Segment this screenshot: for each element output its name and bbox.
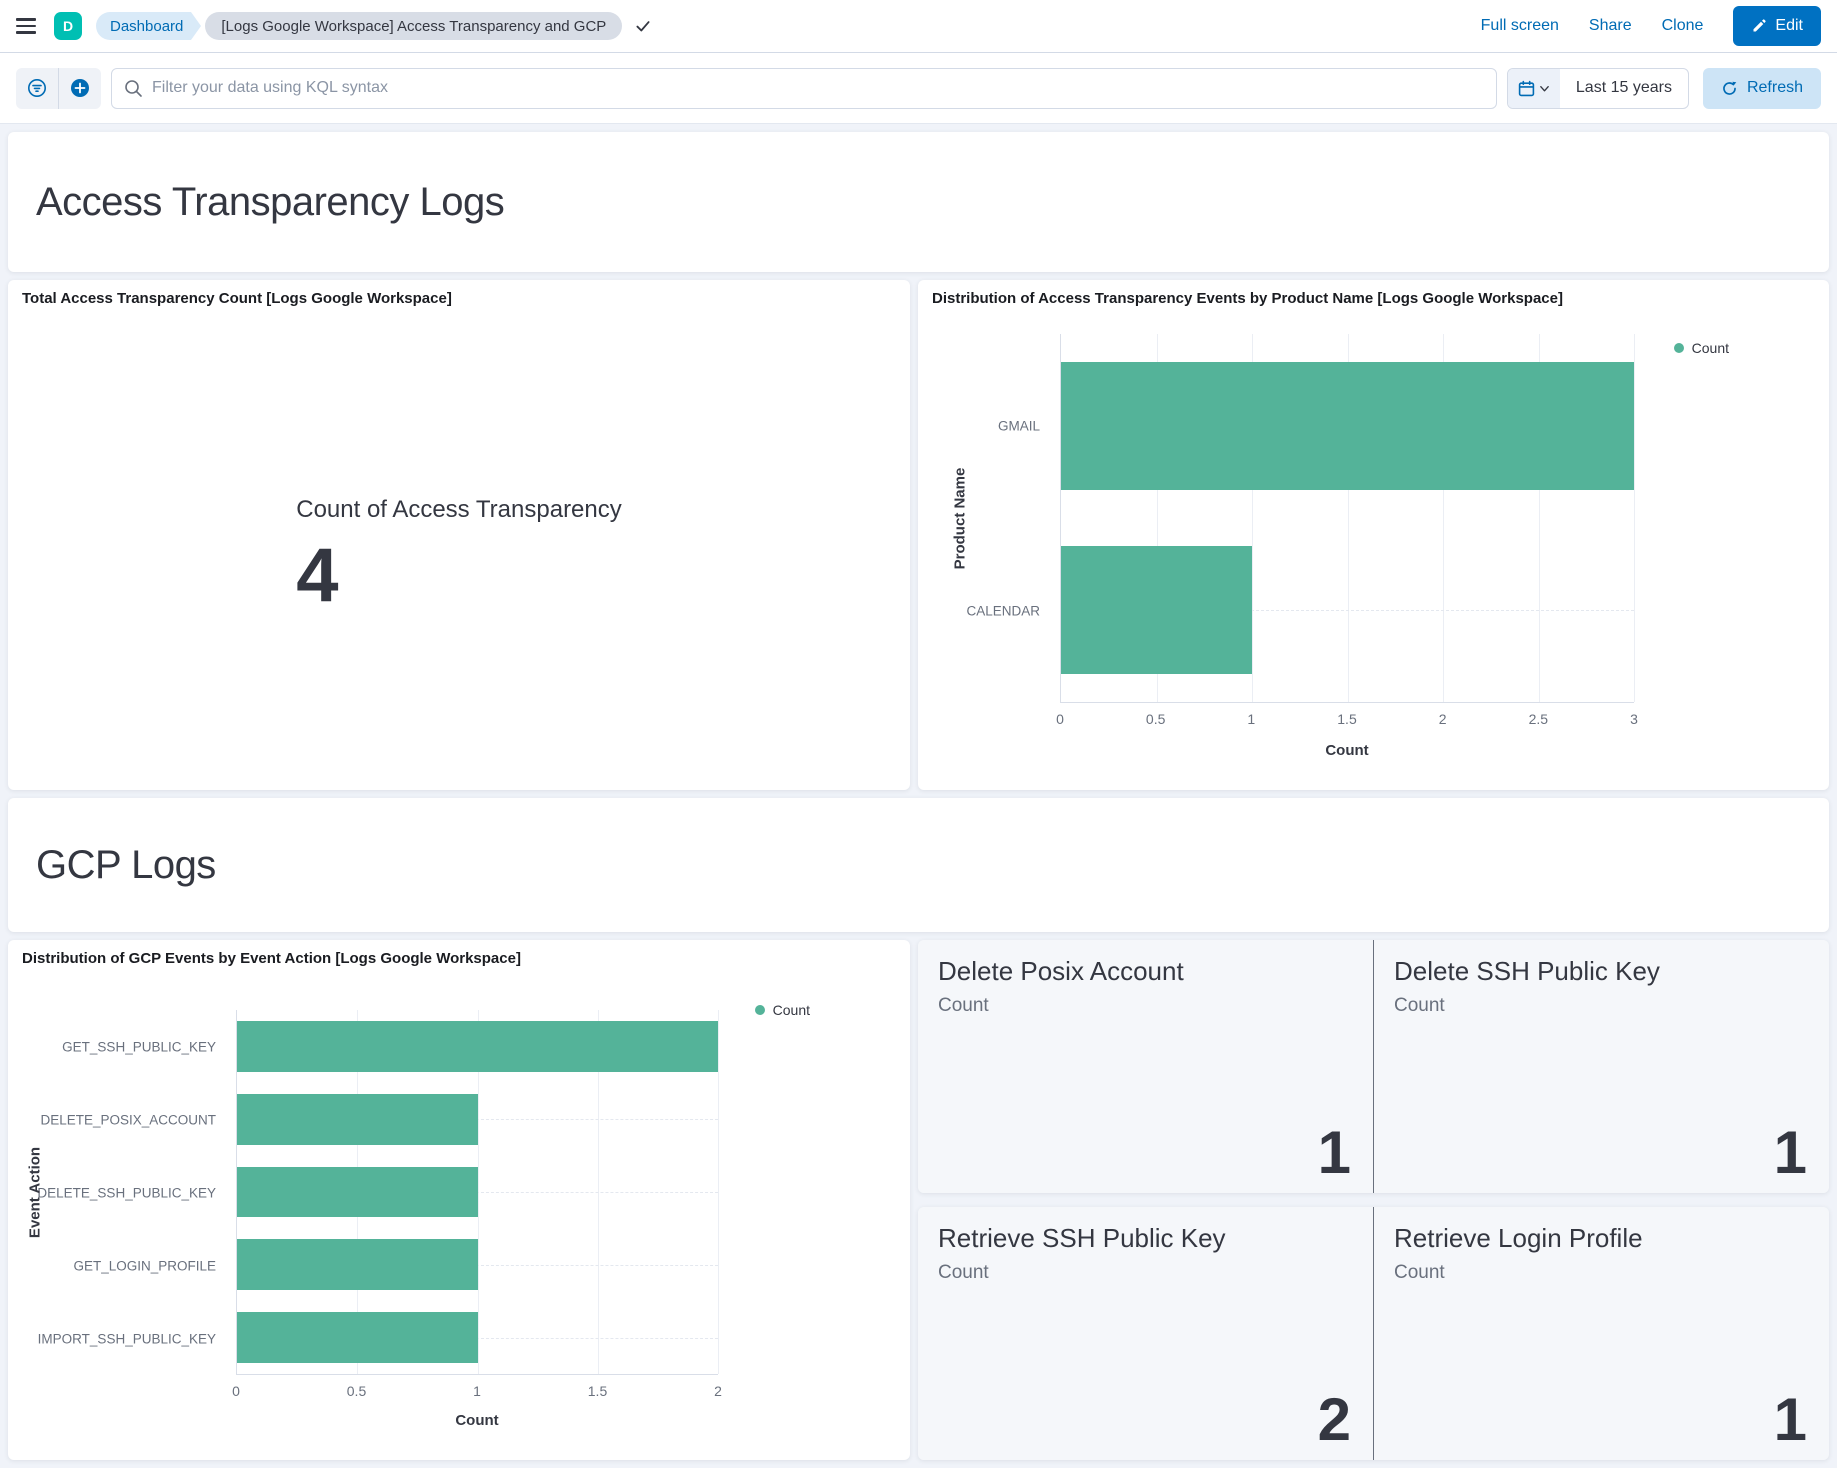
share-link[interactable]: Share xyxy=(1589,17,1632,35)
refresh-button-label: Refresh xyxy=(1747,79,1803,97)
x-tick-label: 2 xyxy=(714,1383,722,1399)
chart-legend[interactable]: Count xyxy=(1674,340,1729,356)
panel-total-access-transparency-count[interactable]: Total Access Transparency Count [Logs Go… xyxy=(8,280,910,790)
metric-value: 2 xyxy=(1318,1390,1351,1450)
edit-button-label: Edit xyxy=(1775,17,1803,35)
metric-value: 4 xyxy=(296,538,622,614)
section-gcp-logs: GCP Logs xyxy=(8,798,1829,932)
space-avatar[interactable]: D xyxy=(54,12,82,40)
chart-legend[interactable]: Count xyxy=(755,1002,810,1018)
x-tick-label: 2 xyxy=(1439,711,1447,727)
section-title-gcp: GCP Logs xyxy=(36,843,216,888)
panel-delete-posix-account[interactable]: Delete Posix Account Count 1 xyxy=(918,940,1373,1193)
bar-IMPORT_SSH_PUBLIC_KEY[interactable] xyxy=(237,1312,478,1363)
y-axis-title: Product Name xyxy=(952,449,969,589)
section-access-transparency: Access Transparency Logs xyxy=(8,132,1829,272)
metric-title: Retrieve Login Profile xyxy=(1394,1223,1809,1254)
y-category-label: GET_LOGIN_PROFILE xyxy=(73,1258,216,1273)
add-filter-icon[interactable] xyxy=(59,68,101,109)
metric-title: Delete SSH Public Key xyxy=(1394,956,1809,987)
metric-sublabel: Count xyxy=(1394,995,1809,1017)
x-tick-label: 3 xyxy=(1630,711,1638,727)
query-bar: Last 15 years Refresh xyxy=(0,53,1837,124)
metric-title: Delete Posix Account xyxy=(938,956,1353,987)
panel-retrieve-ssh-public-key[interactable]: Retrieve SSH Public Key Count 2 xyxy=(918,1207,1373,1460)
y-category-label: GMAIL xyxy=(998,419,1040,434)
chevron-down-icon xyxy=(1539,83,1550,94)
time-range-value[interactable]: Last 15 years xyxy=(1560,69,1688,108)
panel-retrieve-login-profile[interactable]: Retrieve Login Profile Count 1 xyxy=(1373,1207,1829,1460)
panel-delete-ssh-public-key[interactable]: Delete SSH Public Key Count 1 xyxy=(1373,940,1829,1193)
bar-GET_SSH_PUBLIC_KEY[interactable] xyxy=(237,1021,718,1072)
search-icon xyxy=(124,79,143,98)
check-icon[interactable] xyxy=(634,17,652,35)
refresh-icon xyxy=(1721,80,1738,97)
metric-sublabel: Count xyxy=(938,1262,1353,1284)
legend-dot xyxy=(1674,343,1684,353)
x-tick-label: 0 xyxy=(1056,711,1064,727)
y-category-label: DELETE_SSH_PUBLIC_KEY xyxy=(37,1185,216,1200)
y-category-label: IMPORT_SSH_PUBLIC_KEY xyxy=(38,1331,216,1346)
metric-value: 1 xyxy=(1774,1123,1807,1183)
section-title-access: Access Transparency Logs xyxy=(36,180,504,225)
y-category-label: CALENDAR xyxy=(966,603,1040,618)
kql-search-input[interactable] xyxy=(111,68,1497,109)
bar-DELETE_SSH_PUBLIC_KEY[interactable] xyxy=(237,1167,478,1218)
y-category-label: DELETE_POSIX_ACCOUNT xyxy=(40,1112,216,1127)
metric-title: Retrieve SSH Public Key xyxy=(938,1223,1353,1254)
y-category-label: GET_SSH_PUBLIC_KEY xyxy=(62,1039,216,1054)
clone-link[interactable]: Clone xyxy=(1662,17,1704,35)
y-axis-title: Event Action xyxy=(27,1128,44,1258)
x-axis-title: Count xyxy=(236,1412,718,1429)
bar-GMAIL[interactable] xyxy=(1061,362,1634,491)
saved-query-filter-icon[interactable] xyxy=(16,68,58,109)
menu-icon[interactable] xyxy=(16,14,40,38)
x-tick-label: 0 xyxy=(232,1383,240,1399)
refresh-button[interactable]: Refresh xyxy=(1703,68,1821,109)
calendar-icon[interactable] xyxy=(1508,69,1560,108)
panel-gcp-event-action-chart[interactable]: Distribution of GCP Events by Event Acti… xyxy=(8,940,910,1460)
breadcrumb-current-dashboard[interactable]: [Logs Google Workspace] Access Transpare… xyxy=(205,12,622,40)
gcp-metric-grid: Delete Posix Account Count 1 Delete SSH … xyxy=(918,940,1829,1460)
x-axis-title: Count xyxy=(1060,742,1634,759)
x-tick-label: 0.5 xyxy=(1146,711,1165,727)
full-screen-link[interactable]: Full screen xyxy=(1481,17,1559,35)
metric-value: 1 xyxy=(1774,1390,1807,1450)
pencil-icon xyxy=(1751,18,1767,34)
x-tick-label: 1 xyxy=(473,1383,481,1399)
panel-title: Distribution of Access Transparency Even… xyxy=(932,290,1815,307)
dashboard-content: Access Transparency Logs Total Access Tr… xyxy=(0,124,1837,1468)
metric-sublabel: Count xyxy=(938,995,1353,1017)
legend-label: Count xyxy=(1692,340,1729,356)
gridline xyxy=(718,1010,719,1374)
breadcrumb-dashboard[interactable]: Dashboard xyxy=(96,12,191,40)
x-tick-label: 0.5 xyxy=(347,1383,366,1399)
date-picker: Last 15 years xyxy=(1507,68,1689,109)
x-tick-label: 1 xyxy=(1247,711,1255,727)
panel-title: Total Access Transparency Count [Logs Go… xyxy=(22,290,896,307)
bar-GET_LOGIN_PROFILE[interactable] xyxy=(237,1239,478,1290)
metric-value: 1 xyxy=(1318,1123,1351,1183)
x-tick-label: 1.5 xyxy=(1337,711,1356,727)
metric-label: Count of Access Transparency xyxy=(296,496,622,524)
edit-button[interactable]: Edit xyxy=(1733,6,1821,46)
top-navigation-bar: D Dashboard [Logs Google Workspace] Acce… xyxy=(0,0,1837,53)
x-tick-label: 1.5 xyxy=(588,1383,607,1399)
gridline xyxy=(1634,334,1635,702)
panel-product-name-chart[interactable]: Distribution of Access Transparency Even… xyxy=(918,280,1829,790)
panel-title: Distribution of GCP Events by Event Acti… xyxy=(22,950,896,967)
bar-DELETE_POSIX_ACCOUNT[interactable] xyxy=(237,1094,478,1145)
x-tick-label: 2.5 xyxy=(1529,711,1548,727)
breadcrumb: Dashboard [Logs Google Workspace] Access… xyxy=(96,12,652,40)
legend-label: Count xyxy=(773,1002,810,1018)
filter-controls-group xyxy=(16,68,101,109)
legend-dot xyxy=(755,1005,765,1015)
metric-sublabel: Count xyxy=(1394,1262,1809,1284)
bar-CALENDAR[interactable] xyxy=(1061,546,1252,675)
